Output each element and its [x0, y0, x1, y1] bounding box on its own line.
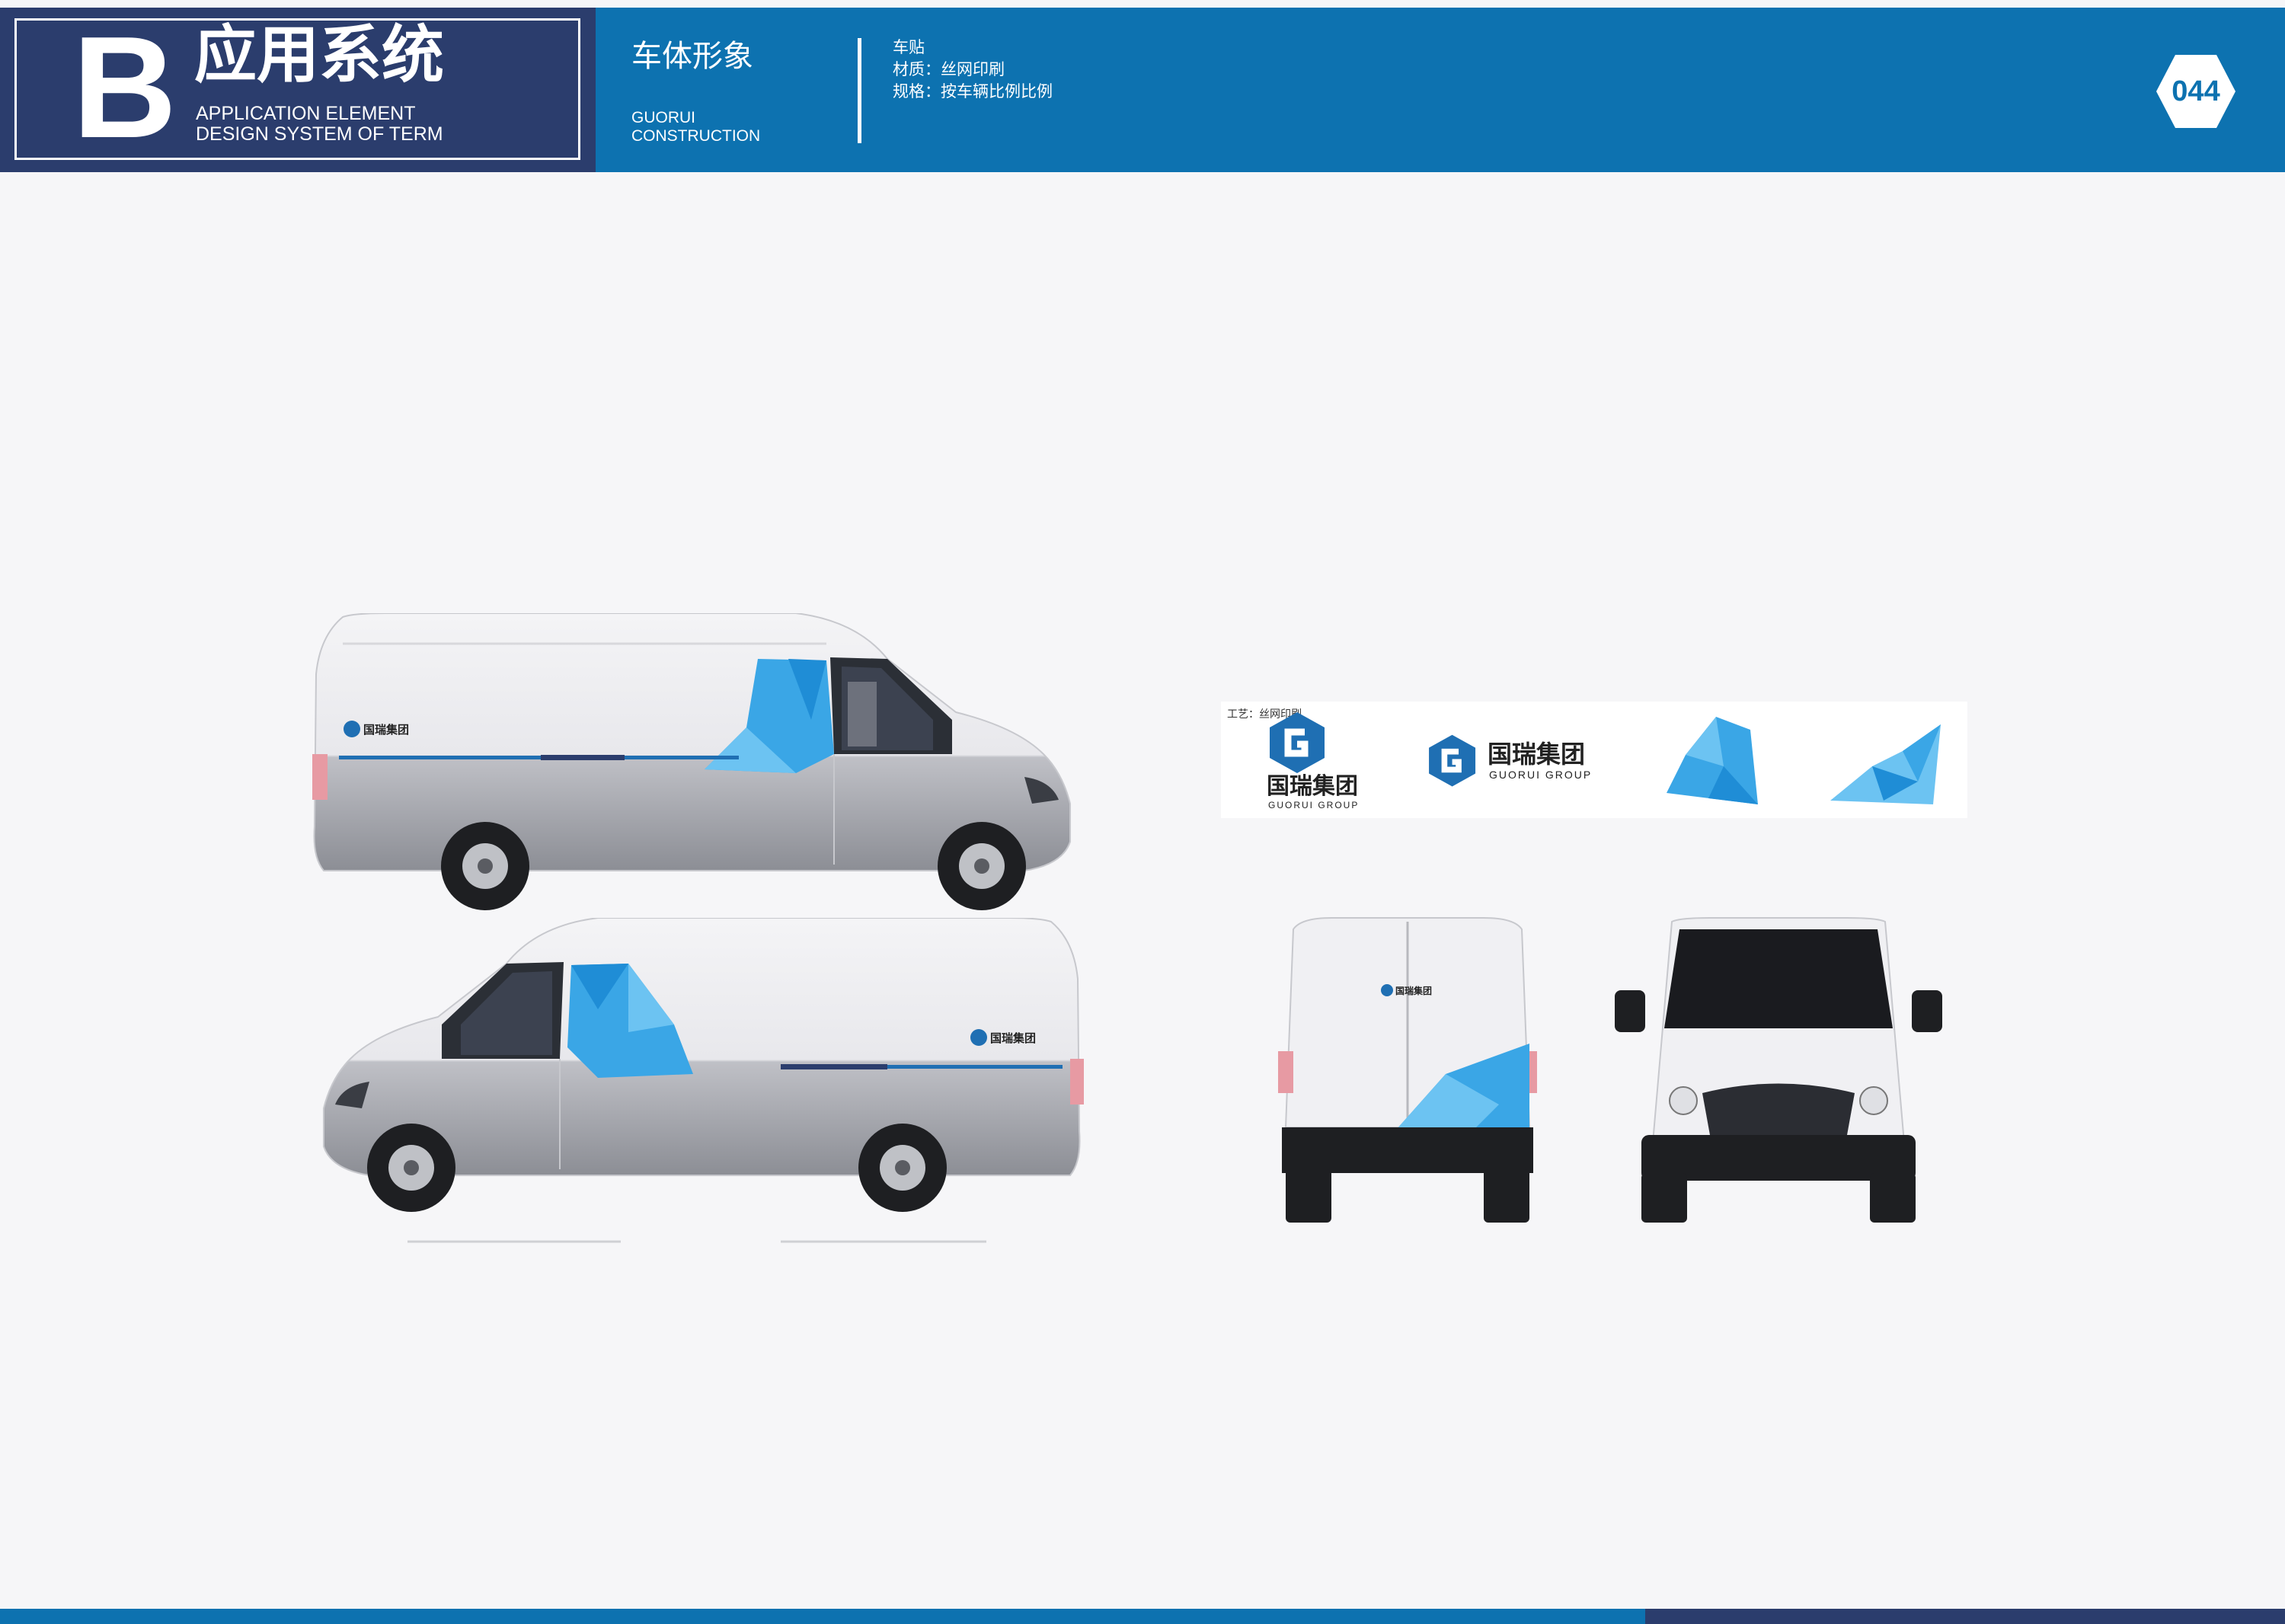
van-logo: 国瑞集团 — [970, 1029, 1036, 1046]
company-name-line-2: CONSTRUCTION — [631, 127, 761, 145]
facet-graphic-1 — [1667, 717, 1758, 804]
section-badge: B 应用系统 APPLICATION ELEMENT DESIGN SYSTEM… — [0, 8, 596, 172]
van-side-right-illustration: 国瑞集团 — [312, 612, 1071, 910]
van-rear-view: 国瑞集团 — [1270, 914, 1545, 1238]
company-name-line-1: GUORUI — [631, 109, 695, 126]
section-letter: B — [72, 7, 177, 168]
spec-block: 车贴 材质：丝网印刷 规格：按车辆比例比例 — [893, 37, 1053, 103]
van-logo-text: 国瑞集团 — [363, 723, 409, 737]
spec-size: 规格：按车辆比例比例 — [893, 83, 1053, 101]
van-logo-text: 国瑞集团 — [1395, 985, 1432, 996]
section-subtitle-line-1: APPLICATION ELEMENT — [196, 103, 416, 124]
spec-item: 车贴 — [893, 39, 925, 56]
logo-horizontal-en: GUORUI GROUP — [1489, 769, 1593, 781]
page-number: 044 — [2172, 75, 2220, 107]
section-subtitle: APPLICATION ELEMENT DESIGN SYSTEM OF TER… — [196, 104, 443, 145]
van-side-view-left: 国瑞集团 — [308, 917, 1085, 1249]
van-side-left-illustration: 国瑞集团 — [323, 917, 1084, 1243]
van-logo: 国瑞集团 — [344, 721, 409, 737]
section-subtitle-line-2: DESIGN SYSTEM OF TERM — [196, 123, 443, 145]
footer-bar-navy — [1645, 1609, 2285, 1624]
spec-material: 材质：丝网印刷 — [893, 61, 1005, 78]
van-rear-illustration: 国瑞集团 — [1278, 917, 1537, 1223]
logo-stacked-cn: 国瑞集团 — [1267, 773, 1358, 800]
company-name: GUORUI CONSTRUCTION — [631, 109, 760, 145]
header-divider — [858, 38, 861, 143]
decal-elements-strip: 工艺：丝网印刷 国瑞集团 GUORUI GROUP 国瑞集团 GUORUI GR… — [1221, 702, 1967, 818]
footer-bar-blue — [0, 1609, 1645, 1624]
page-number-badge: 044 — [2155, 53, 2237, 129]
logo-mark-icon — [1429, 734, 1476, 787]
van-front-view — [1611, 914, 1946, 1238]
header-bar: B 应用系统 APPLICATION ELEMENT DESIGN SYSTEM… — [0, 8, 2285, 172]
logo-horizontal-cn: 国瑞集团 — [1488, 740, 1586, 769]
van-logo: 国瑞集团 — [1381, 984, 1432, 996]
logo-stacked-en: GUORUI GROUP — [1268, 800, 1360, 810]
section-title: 应用系统 — [194, 21, 445, 90]
van-front-illustration — [1615, 917, 1942, 1223]
van-logo-text: 国瑞集团 — [990, 1031, 1036, 1045]
logo-mark-icon — [1270, 712, 1325, 773]
page-title: 车体形象 — [631, 40, 753, 73]
van-side-view-right: 国瑞集团 — [308, 612, 1085, 922]
facet-graphic-2 — [1830, 724, 1941, 804]
